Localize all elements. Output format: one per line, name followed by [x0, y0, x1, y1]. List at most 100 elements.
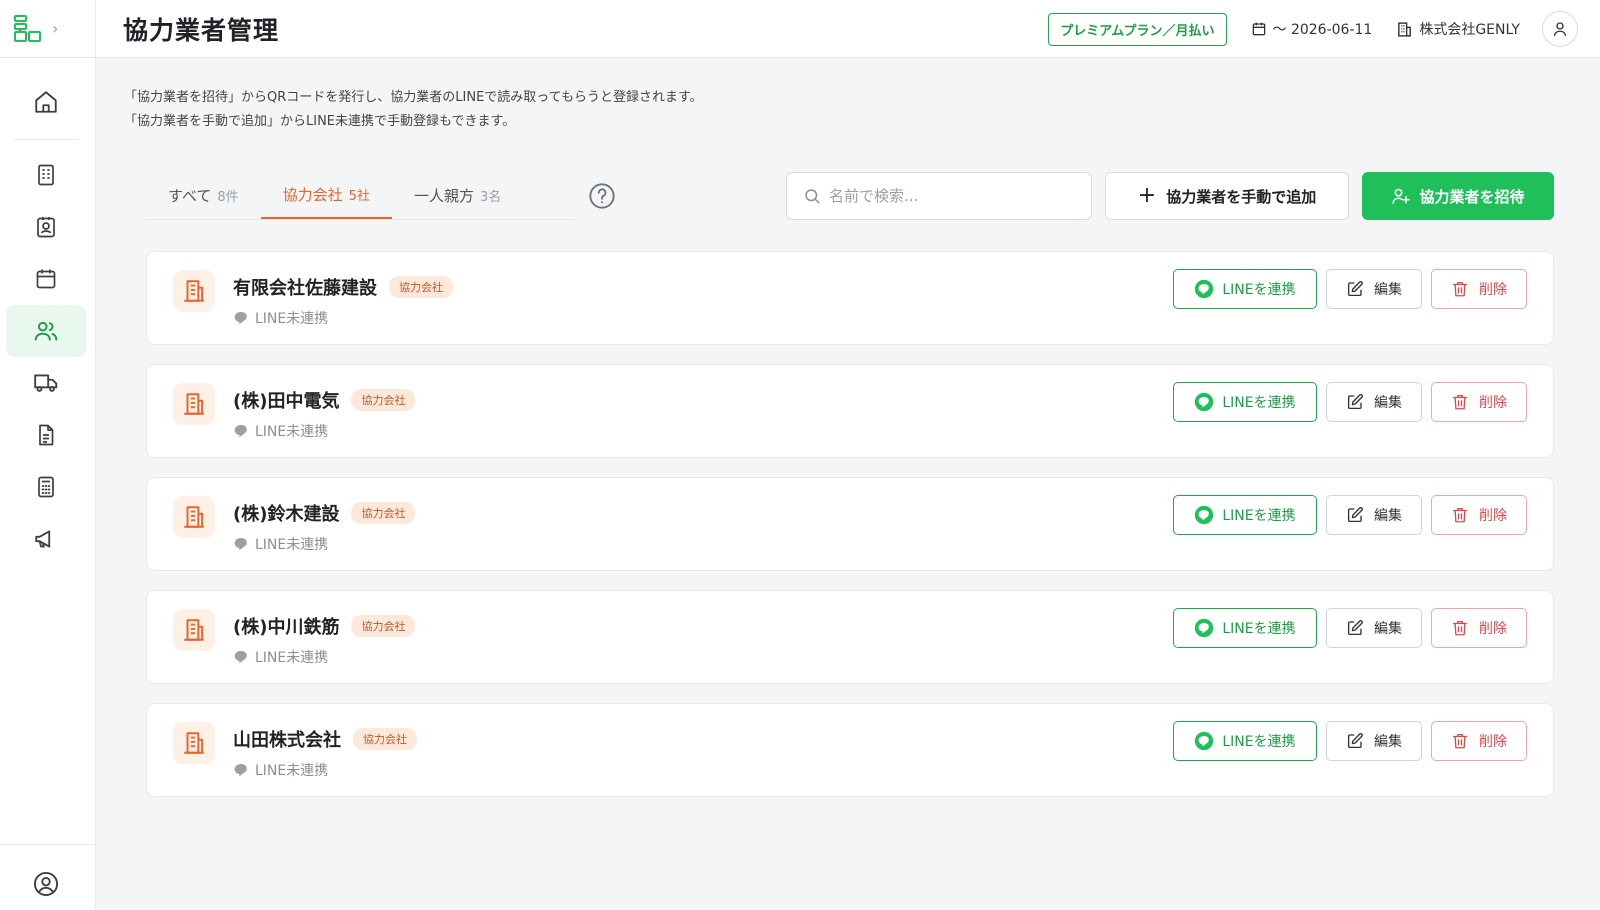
chevron-right-icon[interactable]: › — [52, 19, 58, 38]
edit-label: 編集 — [1374, 508, 1402, 524]
office-building-icon — [184, 619, 204, 641]
line-link-button[interactable]: LINEを連携 — [1173, 382, 1317, 422]
logo-area[interactable]: › — [0, 0, 95, 58]
edit-button[interactable]: 編集 — [1326, 608, 1422, 648]
line-link-button[interactable]: LINEを連携 — [1173, 495, 1317, 535]
search-icon — [805, 189, 820, 204]
delete-button[interactable]: 削除 — [1431, 721, 1527, 761]
contractor-type-badge: 協力会社 — [351, 502, 416, 524]
tab-individuals[interactable]: 一人親方 3名 — [392, 171, 523, 219]
line-status: LINE未連携 — [233, 760, 328, 780]
user-menu-button[interactable] — [1542, 11, 1578, 47]
help-button[interactable] — [588, 182, 616, 214]
tab-count: 5社 — [348, 188, 370, 204]
line-status-text: LINE未連携 — [255, 424, 329, 440]
contractor-name-row: 山田株式会社 協力会社 — [233, 726, 417, 752]
office-building-icon — [184, 393, 204, 415]
plan-badge[interactable]: プレミアムプラン／月払い — [1048, 12, 1227, 46]
tab-companies[interactable]: 協力会社 5社 — [260, 171, 392, 219]
line-chat-icon — [234, 538, 247, 551]
nav-sites[interactable] — [6, 149, 86, 201]
megaphone-icon — [35, 530, 51, 548]
office-building-icon — [184, 732, 204, 754]
pencil-icon — [1347, 507, 1363, 523]
line-status: LINE未連携 — [233, 421, 328, 441]
card-actions: LINEを連携 編集 削除 — [1173, 269, 1527, 309]
contractor-name-row: (株)鈴木建設 協力会社 — [233, 500, 416, 526]
nav-account[interactable] — [6, 858, 86, 910]
contractor-name: (株)中川鉄筋 — [233, 617, 340, 638]
contact-card-icon — [37, 217, 55, 238]
line-link-button[interactable]: LINEを連携 — [1173, 269, 1317, 309]
line-link-button[interactable]: LINEを連携 — [1173, 608, 1317, 648]
nav-estimates[interactable] — [6, 461, 86, 513]
line-status: LINE未連携 — [233, 534, 328, 554]
edit-label: 編集 — [1374, 395, 1402, 411]
delete-label: 削除 — [1479, 395, 1507, 411]
contractor-name: (株)鈴木建設 — [233, 504, 340, 525]
card-actions: LINEを連携 編集 削除 — [1173, 721, 1527, 761]
delete-button[interactable]: 削除 — [1431, 269, 1527, 309]
delete-label: 削除 — [1479, 508, 1507, 524]
header-right: プレミアムプラン／月払い 〜 2026-06-11 株式会社GENLY — [1048, 0, 1578, 58]
pencil-icon — [1347, 733, 1363, 749]
pencil-icon — [1347, 620, 1363, 636]
top-header: 協力業者管理 プレミアムプラン／月払い 〜 2026-06-11 株式会社GEN… — [96, 0, 1600, 58]
contractor-name: (株)田中電気 — [233, 391, 340, 412]
company-avatar — [173, 383, 215, 425]
delete-label: 削除 — [1479, 621, 1507, 637]
line-link-button[interactable]: LINEを連携 — [1173, 721, 1317, 761]
contractor-card: (株)田中電気 協力会社 LINE未連携 LINEを連携 編集 削除 — [146, 364, 1554, 458]
description-line-2: 「協力業者を手動で追加」からLINE未連携で手動登録もできます。 — [124, 114, 516, 129]
nav-divider — [14, 139, 78, 140]
search-input[interactable] — [829, 187, 1079, 205]
tab-count: 8件 — [217, 189, 239, 205]
office-building-icon — [184, 506, 204, 528]
card-actions: LINEを連携 編集 削除 — [1173, 608, 1527, 648]
app-logo-icon — [14, 14, 41, 42]
line-chat-icon — [234, 764, 247, 777]
company-avatar — [173, 722, 215, 764]
tab-label: すべて — [168, 186, 212, 205]
building-icon — [38, 164, 54, 186]
manual-add-button[interactable]: + 協力業者を手動で追加 — [1105, 172, 1349, 220]
nav-contractors[interactable] — [6, 305, 86, 357]
edit-label: 編集 — [1374, 621, 1402, 637]
contractor-type-badge: 協力会社 — [389, 276, 453, 298]
company-avatar — [173, 609, 215, 651]
line-logo-icon — [1195, 618, 1214, 638]
edit-button[interactable]: 編集 — [1326, 269, 1422, 309]
contract-period: 〜 2026-06-11 — [1251, 19, 1372, 39]
nav-calendar[interactable] — [6, 253, 86, 305]
contractor-type-badge: 協力会社 — [351, 389, 416, 411]
nav-delivery[interactable] — [6, 357, 86, 409]
contractor-name: 山田株式会社 — [233, 730, 341, 751]
tab-count: 3名 — [479, 189, 502, 205]
calculator-icon — [38, 476, 54, 498]
company-info: 株式会社GENLY — [1396, 19, 1520, 39]
line-logo-icon — [1195, 279, 1214, 299]
invite-button[interactable]: 協力業者を招待 — [1362, 172, 1554, 220]
delete-button[interactable]: 削除 — [1431, 495, 1527, 535]
delete-button[interactable]: 削除 — [1431, 608, 1527, 648]
delete-label: 削除 — [1479, 282, 1507, 298]
nav-documents[interactable] — [6, 409, 86, 461]
edit-button[interactable]: 編集 — [1326, 721, 1422, 761]
nav-workers[interactable] — [6, 201, 86, 253]
search-box[interactable] — [786, 172, 1092, 220]
nav-announcements[interactable] — [6, 513, 86, 565]
calendar-icon — [36, 269, 56, 289]
contractor-name-row: (株)中川鉄筋 協力会社 — [233, 613, 416, 639]
question-circle-icon — [589, 183, 615, 209]
tab-all[interactable]: すべて 8件 — [146, 171, 261, 219]
nav-home[interactable] — [6, 76, 86, 128]
contractor-name-row: (株)田中電気 協力会社 — [233, 387, 416, 413]
pencil-icon — [1347, 281, 1363, 297]
delete-button[interactable]: 削除 — [1431, 382, 1527, 422]
edit-button[interactable]: 編集 — [1326, 382, 1422, 422]
sidebar: › — [0, 0, 96, 910]
edit-button[interactable]: 編集 — [1326, 495, 1422, 535]
sidebar-bottom-divider — [0, 844, 96, 845]
tab-label: 協力会社 — [282, 185, 343, 204]
contractor-type-badge: 協力会社 — [353, 728, 417, 750]
